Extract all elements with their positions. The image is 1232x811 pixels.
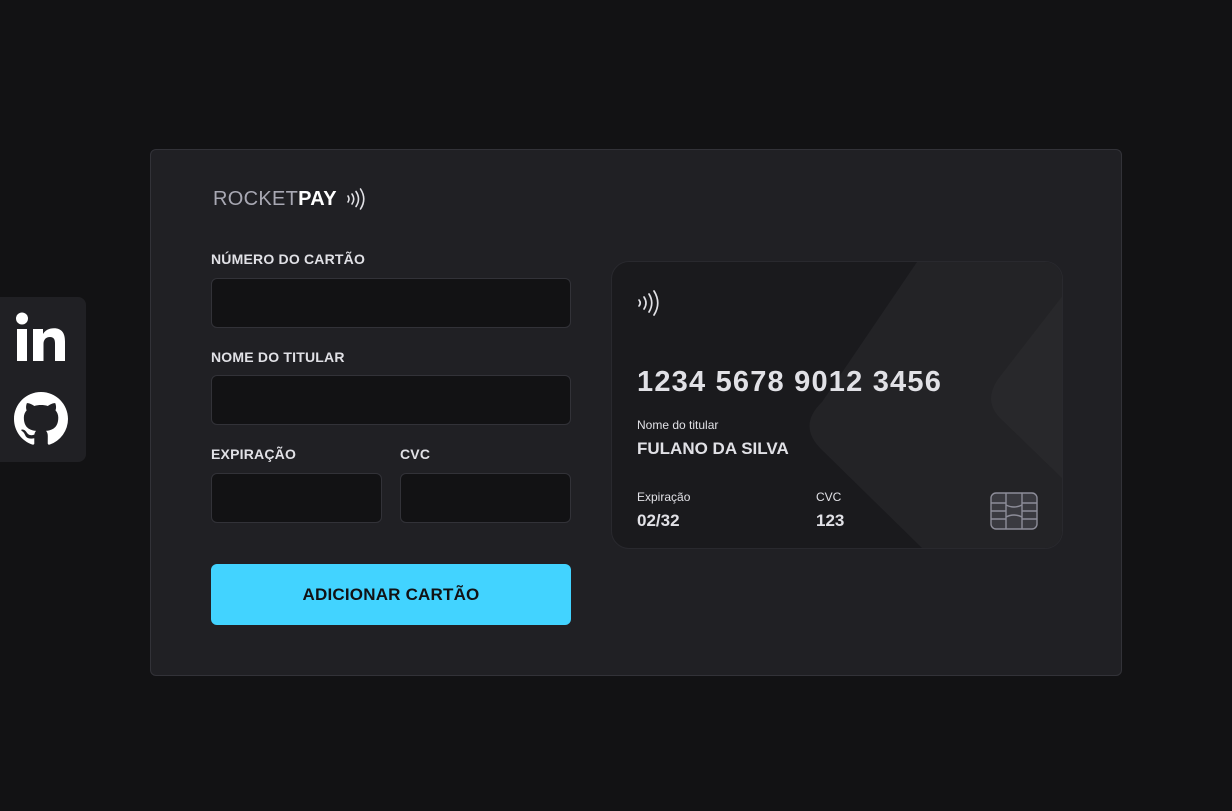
holder-name-label: NOME DO TITULAR [211, 349, 345, 365]
card-preview-holder: FULANO DA SILVA [637, 439, 789, 458]
logo-rocket-text: ROCKET [213, 187, 299, 210]
card-preview-cvc: 123 [816, 511, 845, 530]
add-card-button[interactable]: ADICIONAR CARTÃO [211, 564, 571, 625]
logo-pay-text: PAY [298, 187, 337, 210]
github-link[interactable] [14, 392, 68, 446]
card-preview-cvc-label: CVC [816, 490, 842, 504]
card-preview-expiration-label: Expiração [637, 490, 691, 504]
linkedin-link[interactable] [14, 310, 68, 364]
expiration-label: EXPIRAÇÃO [211, 446, 297, 462]
card-contactless-icon [638, 290, 659, 316]
cvc-label: CVC [400, 446, 431, 462]
card-number-label: NÚMERO DO CARTÃO [211, 251, 366, 267]
holder-name-input[interactable] [211, 375, 571, 425]
social-links-panel [0, 297, 86, 462]
expiration-input[interactable] [211, 473, 382, 523]
card-chip-icon [990, 492, 1038, 530]
card-preview-holder-label: Nome do titular [637, 418, 719, 432]
contactless-icon [347, 188, 365, 210]
cvc-input[interactable] [400, 473, 571, 523]
rocketpay-logo: ROCKET PAY [213, 186, 369, 212]
card-number-input[interactable] [211, 278, 571, 328]
linkedin-icon [16, 312, 65, 361]
card-preview: 1234 5678 9012 3456 Nome do titular FULA… [611, 261, 1063, 549]
github-icon [14, 392, 68, 445]
payment-panel: ROCKET PAY NÚMERO DO CARTÃO NOME DO TITU… [150, 149, 1122, 676]
card-preview-expiration: 02/32 [637, 511, 680, 530]
card-preview-number: 1234 5678 9012 3456 [637, 366, 943, 398]
